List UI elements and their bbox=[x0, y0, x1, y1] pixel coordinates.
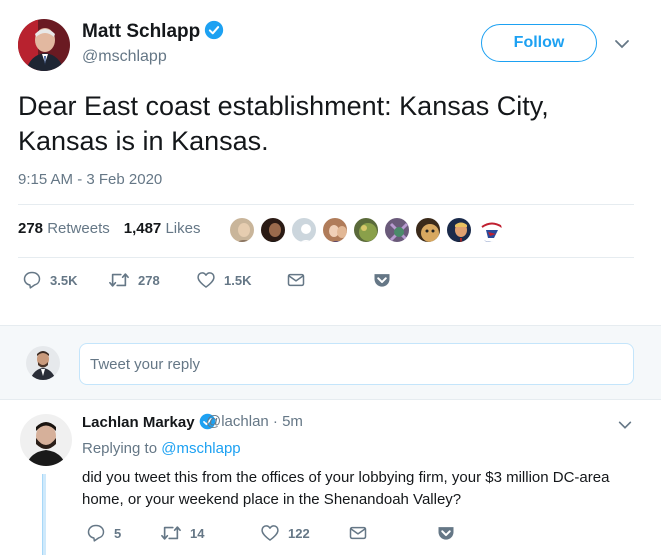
reply-composer bbox=[0, 325, 661, 400]
retweet-count: 14 bbox=[190, 525, 205, 541]
reply-icon bbox=[87, 524, 105, 542]
retweet-action[interactable]: 278 bbox=[108, 268, 160, 292]
heart-icon bbox=[261, 525, 279, 541]
liker-avatar[interactable] bbox=[352, 216, 380, 244]
liker-avatar[interactable] bbox=[414, 216, 442, 244]
reply-icon bbox=[23, 271, 41, 289]
divider bbox=[18, 257, 634, 258]
heart-icon bbox=[197, 272, 215, 288]
retweet-icon bbox=[161, 526, 181, 540]
direct-message-action[interactable] bbox=[348, 522, 376, 544]
reply-author-name[interactable]: Lachlan Markay bbox=[82, 413, 216, 434]
divider bbox=[18, 204, 634, 205]
liker-avatar[interactable] bbox=[383, 216, 411, 244]
replying-to-handle[interactable]: @mschlapp bbox=[161, 440, 240, 457]
retweets-stat[interactable]: 278 Retweets bbox=[18, 220, 110, 237]
reply-author-name-text[interactable]: Lachlan Markay bbox=[82, 414, 195, 431]
retweets-label: Retweets bbox=[47, 220, 110, 237]
reply-author-avatar[interactable] bbox=[20, 414, 72, 466]
like-count: 122 bbox=[288, 525, 310, 541]
reply-count: 5 bbox=[114, 525, 122, 541]
retweet-icon bbox=[109, 273, 129, 287]
liker-avatar[interactable] bbox=[259, 216, 287, 244]
retweet-count: 278 bbox=[138, 272, 160, 288]
direct-message-action[interactable] bbox=[286, 268, 314, 292]
author-name[interactable]: Matt Schlapp bbox=[82, 20, 224, 46]
chevron-down-icon[interactable] bbox=[612, 34, 632, 54]
liker-avatar[interactable] bbox=[321, 216, 349, 244]
likes-label: Likes bbox=[165, 220, 201, 237]
retweets-count: 278 bbox=[18, 220, 44, 237]
reply-action[interactable]: 5 bbox=[86, 522, 121, 544]
liker-avatar[interactable] bbox=[445, 216, 473, 244]
reply-input[interactable] bbox=[79, 343, 634, 385]
reply-meta[interactable]: @lachlan · 5m bbox=[206, 413, 303, 430]
pocket-action[interactable] bbox=[436, 522, 464, 544]
chevron-down-icon[interactable] bbox=[616, 416, 634, 439]
pocket-icon bbox=[374, 274, 390, 287]
pocket-icon bbox=[438, 527, 454, 540]
tweet-text: Dear East coast establishment: Kansas Ci… bbox=[18, 91, 549, 156]
author-name-text[interactable]: Matt Schlapp bbox=[82, 21, 200, 42]
like-action[interactable]: 122 bbox=[260, 522, 310, 544]
liker-avatar[interactable] bbox=[290, 216, 318, 244]
follow-button[interactable]: Follow bbox=[481, 24, 597, 62]
current-user-avatar[interactable] bbox=[26, 346, 60, 380]
envelope-icon bbox=[287, 273, 305, 287]
envelope-icon bbox=[349, 526, 367, 540]
liker-avatar[interactable] bbox=[476, 216, 504, 244]
likes-stat[interactable]: 1,487 Likes bbox=[124, 220, 201, 237]
reply-tweet: Lachlan Markay @lachlan · 5m Replying to… bbox=[0, 400, 661, 555]
reply-count: 3.5K bbox=[50, 272, 78, 288]
tweet-stats: 278 Retweets 1,487 Likes bbox=[18, 220, 200, 237]
thread-connector bbox=[42, 474, 46, 555]
author-handle[interactable]: @mschlapp bbox=[82, 48, 167, 66]
main-tweet: Matt Schlapp @mschlapp Follow Dear East … bbox=[0, 0, 661, 325]
liker-avatar[interactable] bbox=[228, 216, 256, 244]
likes-count: 1,487 bbox=[123, 220, 162, 237]
replying-to-prefix: Replying to bbox=[82, 440, 158, 457]
like-count: 1.5K bbox=[224, 272, 252, 288]
reply-action[interactable]: 3.5K bbox=[22, 268, 77, 292]
tweet-timestamp[interactable]: 9:15 AM - 3 Feb 2020 bbox=[18, 171, 162, 188]
author-avatar[interactable] bbox=[18, 19, 70, 71]
pocket-action[interactable] bbox=[372, 268, 400, 292]
reply-text: did you tweet this from the offices of y… bbox=[82, 469, 610, 508]
verified-badge-icon bbox=[204, 20, 224, 46]
like-action[interactable]: 1.5K bbox=[196, 268, 251, 292]
retweet-action[interactable]: 14 bbox=[160, 522, 204, 544]
replying-to: Replying to @mschlapp bbox=[82, 440, 241, 457]
